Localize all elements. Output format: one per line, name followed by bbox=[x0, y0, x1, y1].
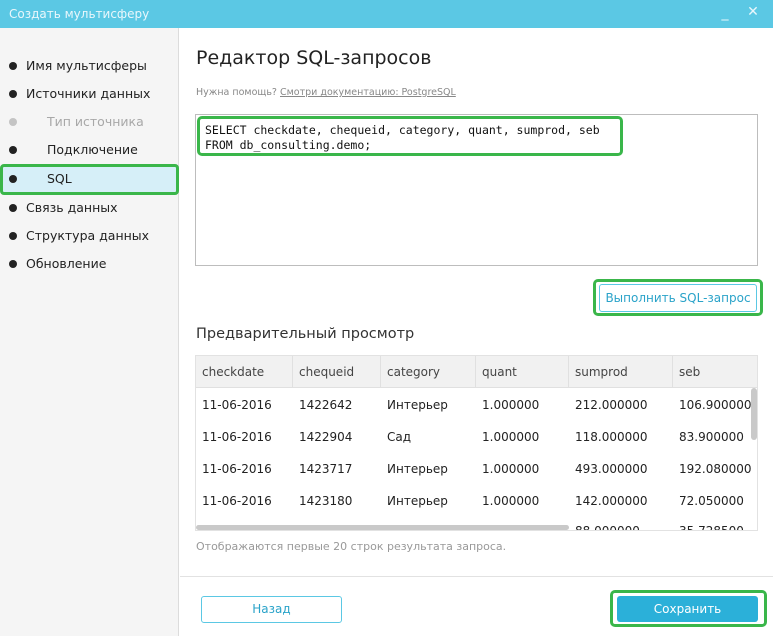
run-sql-button[interactable]: Выполнить SQL-запрос bbox=[599, 284, 757, 312]
step-label: Связь данных bbox=[26, 200, 118, 215]
table-cell: 88.000000 bbox=[575, 524, 640, 531]
step-source-type[interactable]: Тип источника bbox=[0, 110, 179, 134]
step-label: SQL bbox=[47, 171, 72, 186]
column-header[interactable]: quant bbox=[476, 356, 569, 388]
table-row: 11-06-2016 1423717 Интерьер 1.000000 493… bbox=[196, 453, 757, 485]
table-cell: Сад bbox=[387, 430, 412, 444]
step-bullet-icon bbox=[9, 204, 17, 212]
step-bullet-icon bbox=[9, 118, 17, 126]
step-sql[interactable]: SQL bbox=[0, 167, 179, 191]
table-cell: 1.000000 bbox=[482, 398, 540, 412]
vertical-scrollbar[interactable] bbox=[751, 388, 757, 440]
step-label: Подключение bbox=[47, 142, 138, 157]
preview-title: Предварительный просмотр bbox=[196, 326, 415, 342]
preview-footnote: Отображаются первые 20 строк результата … bbox=[196, 540, 507, 553]
table-cell: 11-06-2016 bbox=[202, 494, 272, 508]
step-multisphere-name[interactable]: Имя мультисферы bbox=[0, 54, 179, 78]
window-titlebar: Создать мультисферу _ ✕ bbox=[0, 0, 773, 28]
column-header[interactable]: checkdate bbox=[196, 356, 293, 388]
table-cell: Интерьер bbox=[387, 462, 448, 476]
back-button[interactable]: Назад bbox=[201, 596, 342, 623]
table-cell: Интерьер bbox=[387, 494, 448, 508]
table-cell: 1422642 bbox=[299, 398, 353, 412]
step-update[interactable]: Обновление bbox=[0, 252, 179, 276]
table-cell: 11-06-2016 bbox=[202, 398, 272, 412]
table-cell: 192.080000 bbox=[679, 462, 752, 476]
table-header: checkdate chequeid category quant sumpro… bbox=[196, 356, 757, 388]
step-bullet-icon bbox=[9, 175, 17, 183]
column-header[interactable]: category bbox=[381, 356, 476, 388]
step-connection[interactable]: Подключение bbox=[0, 138, 179, 162]
step-bullet-icon bbox=[9, 232, 17, 240]
step-bullet-icon bbox=[9, 146, 17, 154]
table-cell: 142.000000 bbox=[575, 494, 648, 508]
minimize-icon[interactable]: _ bbox=[718, 6, 732, 20]
table-cell: 106.900000 bbox=[679, 398, 752, 412]
horizontal-scrollbar[interactable] bbox=[196, 525, 569, 530]
page-title: Редактор SQL-запросов bbox=[196, 47, 432, 69]
step-label: Источники данных bbox=[26, 86, 151, 101]
step-bullet-icon bbox=[9, 260, 17, 268]
help-prefix: Нужна помощь? bbox=[196, 87, 277, 98]
step-data-structure[interactable]: Структура данных bbox=[0, 224, 179, 248]
table-cell: 1.000000 bbox=[482, 430, 540, 444]
footer-divider bbox=[180, 576, 773, 577]
table-row: 11-06-2016 1422904 Сад 1.000000 118.0000… bbox=[196, 421, 757, 453]
column-header[interactable]: sumprod bbox=[569, 356, 673, 388]
table-row: 11-06-2016 1423180 Интерьер 1.000000 142… bbox=[196, 485, 757, 517]
wizard-sidebar: Имя мультисферы Источники данных Тип ист… bbox=[0, 28, 179, 636]
table-cell: Интерьер bbox=[387, 398, 448, 412]
step-data-sources[interactable]: Источники данных bbox=[0, 82, 179, 106]
table-cell: 118.000000 bbox=[575, 430, 648, 444]
save-button[interactable]: Сохранить bbox=[617, 596, 758, 622]
table-cell: 493.000000 bbox=[575, 462, 648, 476]
table-cell: 72.050000 bbox=[679, 494, 744, 508]
step-label: Имя мультисферы bbox=[26, 58, 147, 73]
table-cell: 212.000000 bbox=[575, 398, 648, 412]
step-label: Обновление bbox=[26, 256, 107, 271]
table-cell: 11-06-2016 bbox=[202, 430, 272, 444]
sql-query-text[interactable]: SELECT checkdate, chequeid, category, qu… bbox=[197, 116, 623, 156]
table-cell: 1423717 bbox=[299, 462, 353, 476]
step-data-link[interactable]: Связь данных bbox=[0, 196, 179, 220]
table-cell: 35.728500 bbox=[679, 524, 744, 531]
window-title: Создать мультисферу bbox=[9, 7, 150, 21]
table-cell: 83.900000 bbox=[679, 430, 744, 444]
step-label: Структура данных bbox=[26, 228, 150, 243]
close-icon[interactable]: ✕ bbox=[746, 5, 760, 19]
table-row: 11-06-2016 1422642 Интерьер 1.000000 212… bbox=[196, 389, 757, 421]
table-cell: 11-06-2016 bbox=[202, 462, 272, 476]
step-bullet-icon bbox=[9, 90, 17, 98]
help-text: Нужна помощь? Смотри документацию: Postg… bbox=[196, 87, 456, 98]
column-header[interactable]: chequeid bbox=[293, 356, 381, 388]
documentation-link[interactable]: Смотри документацию: PostgreSQL bbox=[280, 87, 456, 98]
step-bullet-icon bbox=[9, 62, 17, 70]
step-label: Тип источника bbox=[47, 114, 144, 129]
column-header[interactable]: seb bbox=[673, 356, 757, 388]
table-cell: 1.000000 bbox=[482, 494, 540, 508]
table-cell: 1422904 bbox=[299, 430, 353, 444]
preview-table[interactable]: checkdate chequeid category quant sumpro… bbox=[195, 355, 758, 531]
table-cell: 1423180 bbox=[299, 494, 353, 508]
table-cell: 1.000000 bbox=[482, 462, 540, 476]
